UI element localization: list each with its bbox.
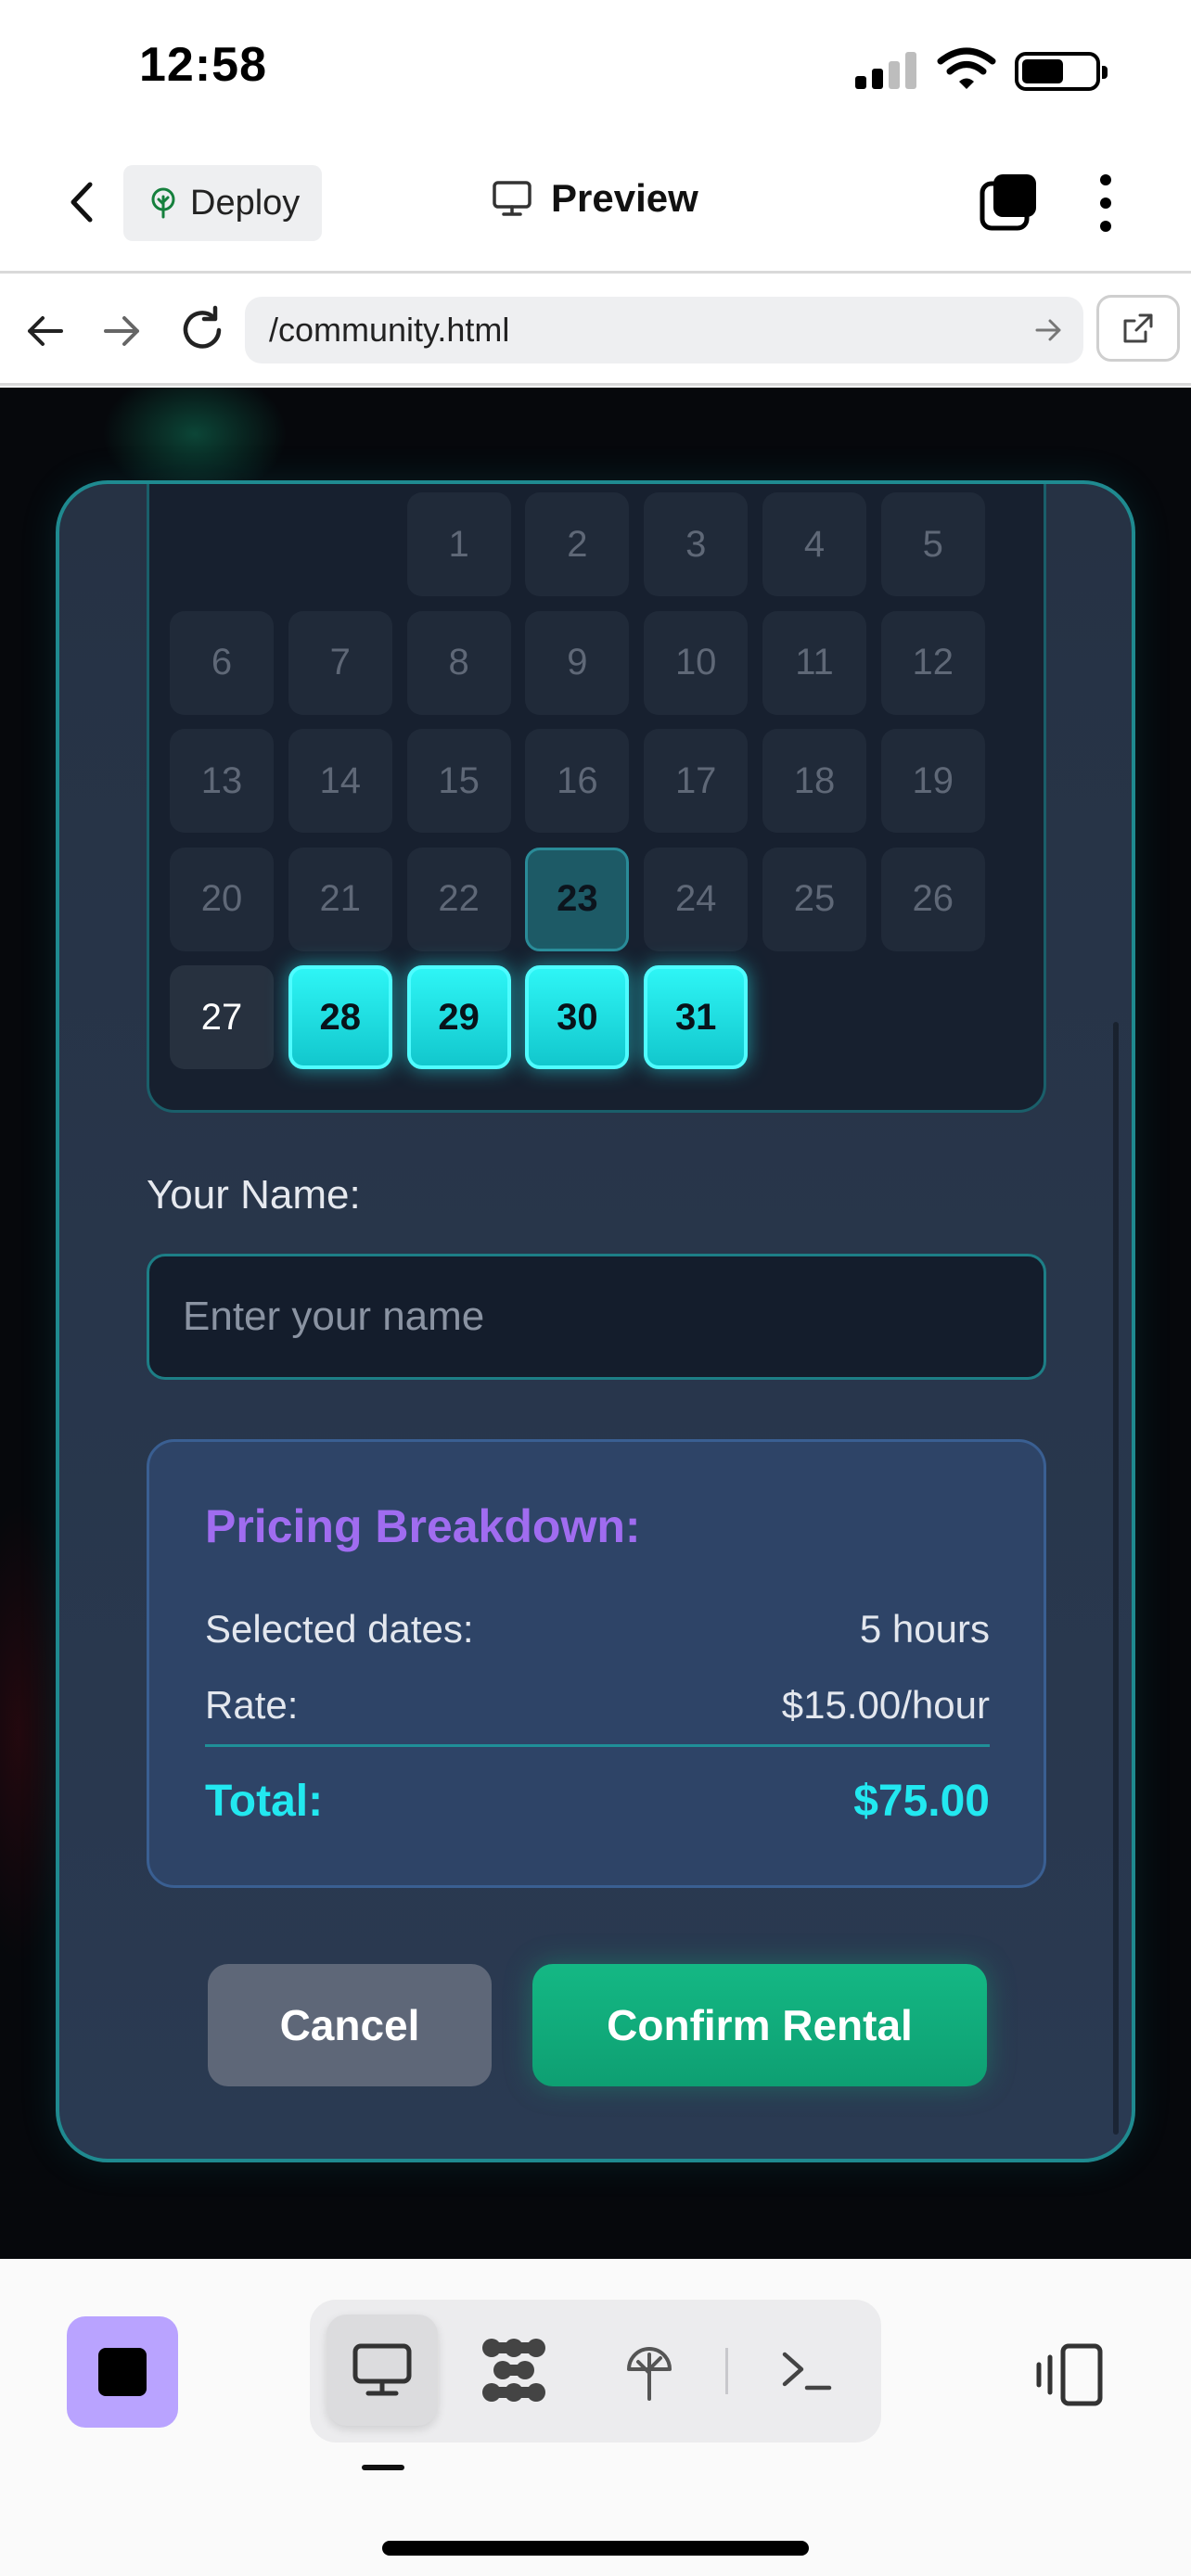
status-bar: 12:58 <box>0 0 1191 139</box>
open-external-button[interactable] <box>1096 295 1180 362</box>
calendar-day[interactable]: 27 <box>170 965 274 1069</box>
total-label: Total: <box>205 1777 324 1826</box>
browser-url-row: /community.html <box>0 276 1191 386</box>
calendar-day[interactable]: 5 <box>880 492 985 596</box>
calendar-day[interactable]: 14 <box>288 729 392 833</box>
terminal-icon <box>782 2352 832 2391</box>
calendar-day[interactable]: 16 <box>525 729 630 833</box>
calendar-day[interactable]: 4 <box>762 492 866 596</box>
calendar-day[interactable]: 13 <box>170 729 274 833</box>
status-time: 12:58 <box>139 38 267 92</box>
tree-icon <box>151 187 175 219</box>
arrow-left-icon[interactable] <box>22 308 69 354</box>
bottom-toolbar <box>0 2259 1191 2576</box>
calendar-day-selected[interactable]: 31 <box>644 965 749 1069</box>
total-value: $75.00 <box>853 1777 990 1826</box>
calendar-day[interactable]: 8 <box>406 610 511 715</box>
scrollbar[interactable] <box>1113 1022 1119 2135</box>
monitor-icon <box>493 181 531 216</box>
calendar-day[interactable]: 2 <box>525 492 630 596</box>
components-tool-button[interactable] <box>458 2315 570 2426</box>
active-tool-indicator <box>362 2465 404 2470</box>
calendar-day-selected[interactable]: 28 <box>288 965 392 1069</box>
calendar-day[interactable]: 24 <box>644 847 749 951</box>
calendar-day[interactable]: 22 <box>406 847 511 951</box>
chevron-left-icon <box>70 182 93 223</box>
calendar-day[interactable]: 10 <box>644 610 749 715</box>
pricing-breakdown: Pricing Breakdown: Selected dates: 5 hou… <box>147 1439 1046 1888</box>
url-field[interactable]: /community.html <box>245 297 1083 363</box>
tool-switcher <box>310 2300 881 2442</box>
arrow-right-icon[interactable] <box>98 308 145 354</box>
url-text: /community.html <box>269 311 510 349</box>
deploy-button[interactable]: Deploy <box>123 165 322 241</box>
calendar-day-selected[interactable]: 30 <box>525 965 630 1069</box>
calendar-day[interactable]: 3 <box>644 492 749 596</box>
calendar-day[interactable]: 1 <box>406 492 511 596</box>
stop-icon <box>98 2348 147 2396</box>
rental-modal: 1 2 3 4 5 6 7 8 9 10 11 12 13 14 15 16 17 18 19 20 21 22 23 24 2… <box>56 480 1135 2162</box>
calendar-day[interactable]: 12 <box>880 610 985 715</box>
calendar-day[interactable]: 11 <box>762 610 866 715</box>
calendar-day[interactable]: 6 <box>170 610 274 715</box>
calendar-day-selected[interactable]: 29 <box>406 965 511 1069</box>
calendar-day[interactable]: 25 <box>762 847 866 951</box>
selected-dates-row: Selected dates: 5 hours <box>205 1607 990 1651</box>
confirm-rental-button[interactable]: Confirm Rental <box>532 1964 987 2086</box>
terminal-tool-button[interactable] <box>751 2315 863 2426</box>
pricing-title: Pricing Breakdown: <box>205 1500 641 1552</box>
toolbar-separator <box>725 2348 728 2394</box>
calendar-day[interactable]: 26 <box>880 847 985 951</box>
calendar-day[interactable]: 18 <box>762 729 866 833</box>
reload-icon[interactable] <box>176 304 228 356</box>
go-arrow-icon[interactable] <box>1031 313 1065 347</box>
stacked-squares-icon[interactable] <box>979 172 1040 234</box>
back-button[interactable] <box>54 174 109 230</box>
deploy-tool-button[interactable] <box>594 2315 705 2426</box>
calendar-day[interactable]: 15 <box>406 729 511 833</box>
name-label: Your Name: <box>147 1172 361 1218</box>
selected-dates-label: Selected dates: <box>205 1607 474 1651</box>
deploy-label: Deploy <box>190 183 301 223</box>
home-indicator <box>382 2541 809 2556</box>
stop-button[interactable] <box>67 2316 178 2428</box>
pricing-divider <box>205 1744 990 1747</box>
preview-title: Preview <box>492 176 698 221</box>
preview-tool-button[interactable] <box>327 2315 438 2426</box>
cellular-signal-icon <box>855 52 920 89</box>
selected-dates-value: 5 hours <box>859 1607 990 1651</box>
total-row: Total: $75.00 <box>205 1776 990 1827</box>
wifi-icon <box>937 47 996 89</box>
calendar-day[interactable]: 23 <box>525 847 630 951</box>
component-grid-icon <box>482 2339 545 2402</box>
external-link-icon <box>1123 313 1153 343</box>
rate-value: $15.00/hour <box>781 1683 990 1727</box>
monitor-icon <box>352 2343 412 2396</box>
calendar-day[interactable]: 7 <box>288 610 392 715</box>
tree-icon <box>627 2347 672 2401</box>
rate-row: Rate: $15.00/hour <box>205 1683 990 1728</box>
cancel-button[interactable]: Cancel <box>208 1964 492 2086</box>
device-rotate-icon[interactable] <box>1033 2339 1108 2413</box>
calendar-day[interactable]: 21 <box>288 847 392 951</box>
rate-label: Rate: <box>205 1683 299 1727</box>
name-input[interactable] <box>147 1254 1046 1380</box>
app-header: Deploy Preview <box>0 139 1191 274</box>
web-preview: 1 2 3 4 5 6 7 8 9 10 11 12 13 14 15 16 17 18 19 20 21 22 23 24 2… <box>0 388 1191 2259</box>
calendar-day[interactable]: 20 <box>170 847 274 951</box>
calendar-day[interactable]: 19 <box>880 729 985 833</box>
preview-label: Preview <box>551 176 698 220</box>
vertical-dots-icon[interactable] <box>1087 171 1124 236</box>
calendar-grid: 1 2 3 4 5 6 7 8 9 10 11 12 13 14 15 16 17 18 19 20 21 22 23 24 2… <box>147 484 1046 1113</box>
battery-icon <box>1015 52 1108 91</box>
calendar-day[interactable]: 9 <box>525 610 630 715</box>
calendar-day[interactable]: 17 <box>644 729 749 833</box>
